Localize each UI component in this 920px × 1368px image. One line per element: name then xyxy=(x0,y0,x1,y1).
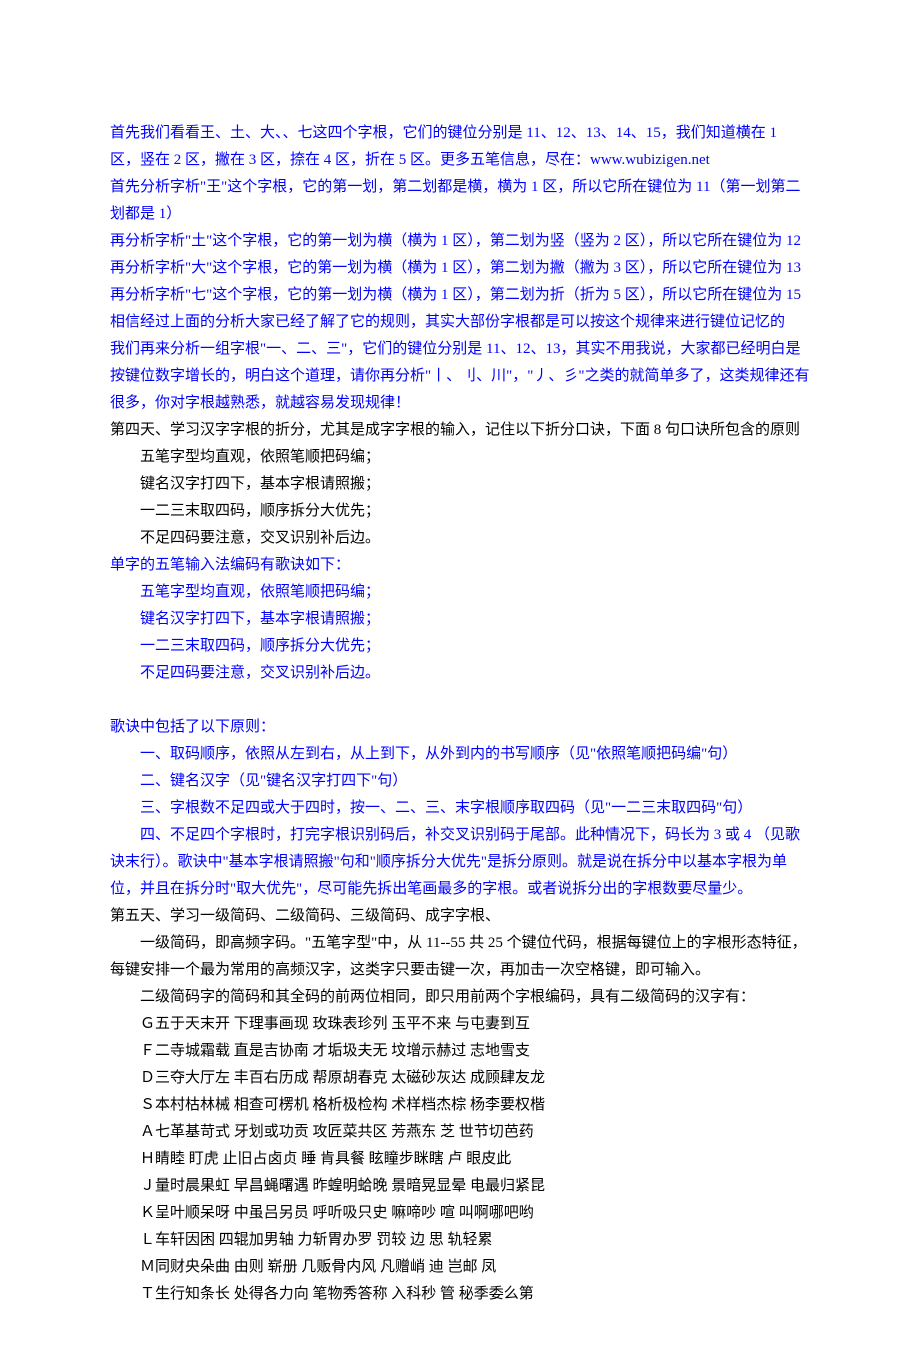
day4-title: 第四天、学习汉字字根的折分，尤其是成字字根的输入，记住以下折分口诀，下面 8 句… xyxy=(110,417,810,444)
code-row-a: Ａ七革基苛式 牙划或功贡 攻匠菜共区 芳燕东 芝 世节切芭药 xyxy=(110,1119,810,1146)
day5-p2: 二级简码字的简码和其全码的前两位相同，即只用前两个字根编码，具有二级简码的汉字有… xyxy=(110,984,810,1011)
verse-a-4: 不足四码要注意，交叉识别补后边。 xyxy=(110,525,810,552)
code-row-j: Ｊ量时晨果虹 早昌蝇曙遇 昨蝗明蛤晚 景暗晃显晕 电最归紧昆 xyxy=(110,1173,810,1200)
code-row-k: Ｋ呈叶顺呆呀 中虽吕另员 呼听吸只史 嘛啼吵 喧 叫啊哪吧哟 xyxy=(110,1200,810,1227)
intro-p4: 再分析字析"大"这个字根，它的第一划为横（横为 1 区），第二划为撇（撇为 3 … xyxy=(110,255,810,282)
code-row-l: Ｌ车轩因困 四辊加男轴 力斩胃办罗 罚较 边 思 轨轻累 xyxy=(110,1227,810,1254)
code-row-s: Ｓ本村枯林械 相查可楞机 格析极检构 术样档杰棕 杨李要权楷 xyxy=(110,1092,810,1119)
intro-p6: 相信经过上面的分析大家已经了解了它的规则，其实大部份字根都是可以按这个规律来进行… xyxy=(110,309,810,336)
code-row-h: Ｈ睛睦 盯虎 止旧占卤贞 睡 肯具餐 眩瞳步眯瞎 卢 眼皮此 xyxy=(110,1146,810,1173)
verse-b-4: 不足四码要注意，交叉识别补后边。 xyxy=(110,660,810,687)
code-row-f: Ｆ二寺城霜载 直是吉协南 才垢圾夫无 坟增示赫过 志地雪支 xyxy=(110,1038,810,1065)
principle-2: 二、键名汉字（见"键名汉字打四下"句） xyxy=(110,768,810,795)
day5-p1: 一级简码，即高频字码。"五笔字型"中，从 11--55 共 25 个键位代码，根… xyxy=(110,930,810,984)
intro-p3: 再分析字析"土"这个字根，它的第一划为横（横为 1 区），第二划为竖（竖为 2 … xyxy=(110,228,810,255)
verse-a-3: 一二三末取四码，顺序拆分大优先； xyxy=(110,498,810,525)
document-body: 首先我们看看王、土、大、、七这四个字根，它们的键位分别是 11、12、13、14… xyxy=(110,120,810,1308)
principle-1: 一、取码顺序，依照从左到右，从上到下，从外到内的书写顺序（见"依照笔顺把码编"句… xyxy=(110,741,810,768)
intro-p7: 我们再来分析一组字根"一、二、三"，它们的键位分别是 11、12、13，其实不用… xyxy=(110,336,810,417)
code-row-t: Ｔ生行知条长 处得各力向 笔物秀答称 入科秒 管 秘季委么第 xyxy=(110,1281,810,1308)
verse-b-1: 五笔字型均直观，依照笔顺把码编； xyxy=(110,579,810,606)
code-row-g: Ｇ五于天末开 下理事画现 玫珠表珍列 玉平不来 与屯妻到互 xyxy=(110,1011,810,1038)
principle-4: 四、不足四个字根时，打完字根识别码后，补交叉识别码于尾部。此种情况下，码长为 3… xyxy=(110,822,810,903)
verse-b-3: 一二三末取四码，顺序拆分大优先； xyxy=(110,633,810,660)
intro-p5: 再分析字析"七"这个字根，它的第一划为横（横为 1 区），第二划为折（折为 5 … xyxy=(110,282,810,309)
intro-p2: 首先分析字析"王"这个字根，它的第一划，第二划都是横，横为 1 区，所以它所在键… xyxy=(110,174,810,228)
verse-a-2: 键名汉字打四下，基本字根请照搬； xyxy=(110,471,810,498)
principle-3: 三、字根数不足四或大于四时，按一、二、三、末字根顺序取四码（见"一二三末取四码"… xyxy=(110,795,810,822)
principles-title: 歌诀中包括了以下原则： xyxy=(110,714,810,741)
day4-subtitle-b: 单字的五笔输入法编码有歌诀如下： xyxy=(110,552,810,579)
code-row-m: Ｍ同财央朵曲 由则 崭册 几贩骨内风 凡赠峭 迪 岂邮 凤 xyxy=(110,1254,810,1281)
verse-a-1: 五笔字型均直观，依照笔顺把码编； xyxy=(110,444,810,471)
verse-b-2: 键名汉字打四下，基本字根请照搬； xyxy=(110,606,810,633)
code-row-d: Ｄ三夺大厅左 丰百右历成 帮原胡春克 太磁砂灰达 成顾肆友龙 xyxy=(110,1065,810,1092)
day5-title: 第五天、学习一级简码、二级简码、三级简码、成字字根、 xyxy=(110,903,810,930)
intro-p1: 首先我们看看王、土、大、、七这四个字根，它们的键位分别是 11、12、13、14… xyxy=(110,120,810,174)
